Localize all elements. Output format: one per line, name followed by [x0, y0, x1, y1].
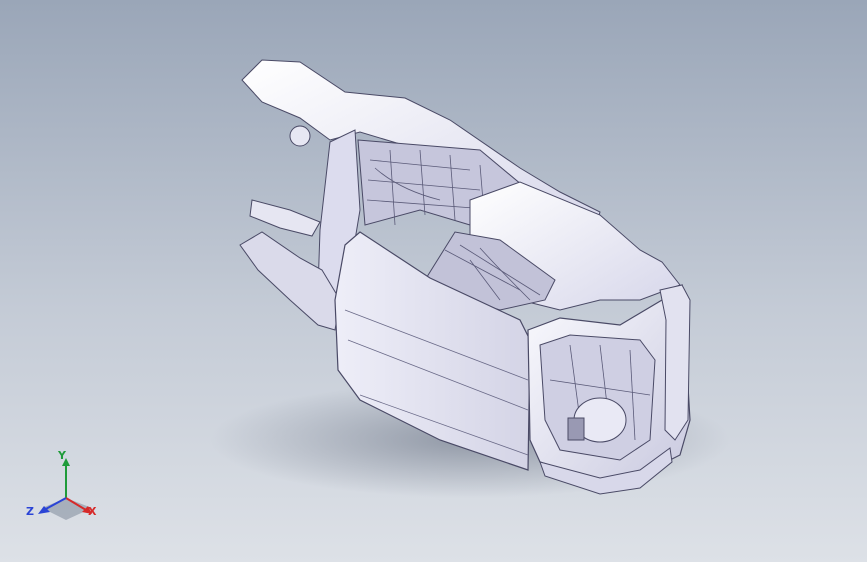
strut-mount: [567, 417, 585, 441]
axis-triad: Y X Z: [22, 448, 108, 526]
graphics-viewport[interactable]: Y X Z: [0, 0, 867, 562]
rear-bracket: [249, 199, 321, 237]
z-axis-label: Z: [26, 505, 34, 518]
x-axis-label: X: [88, 505, 97, 518]
y-axis-label: Y: [58, 449, 66, 462]
rear-mount: [289, 125, 311, 147]
car-body-model[interactable]: [0, 0, 867, 562]
